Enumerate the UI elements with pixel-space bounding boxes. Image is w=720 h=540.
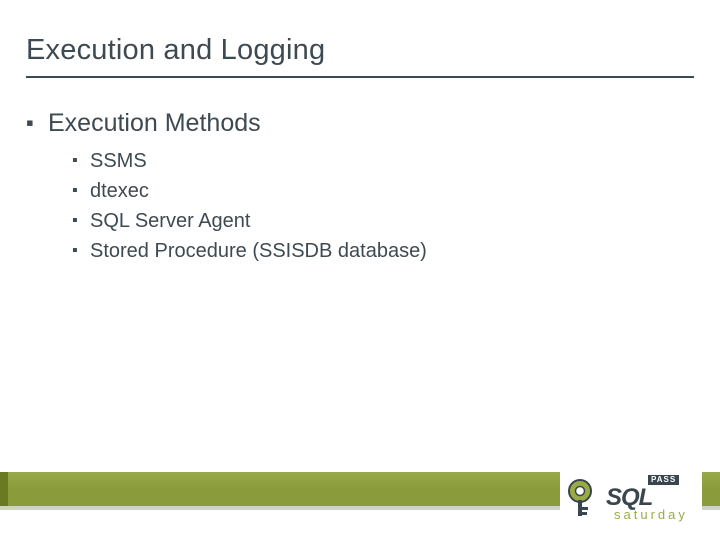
bullet-level2: ▪ SQL Server Agent (72, 208, 686, 234)
logo-text-block: PASS SQL saturday (606, 475, 688, 521)
square-bullet-icon: ▪ (72, 148, 90, 174)
logo-sub-text: saturday (614, 508, 688, 521)
slide-title: Execution and Logging (26, 34, 325, 67)
sql-saturday-logo: PASS SQL saturday (560, 470, 702, 526)
key-icon (566, 477, 600, 519)
sub-bullets: ▪ SSMS ▪ dtexec ▪ SQL Server Agent ▪ Sto… (72, 148, 686, 264)
bullet-level1: ▪ Execution Methods (26, 108, 686, 138)
square-bullet-icon: ▪ (72, 178, 90, 204)
bullet-text: dtexec (90, 178, 149, 204)
bullet-text: SSMS (90, 148, 147, 174)
bullet-text: SQL Server Agent (90, 208, 250, 234)
footer-accent-dark (0, 472, 8, 506)
square-bullet-icon: ▪ (26, 108, 48, 138)
logo-badge: PASS (648, 475, 679, 485)
bullet-level2: ▪ SSMS (72, 148, 686, 174)
title-underline (26, 76, 694, 78)
bullet-text: Stored Procedure (SSISDB database) (90, 238, 427, 264)
bullet-level2: ▪ Stored Procedure (SSISDB database) (72, 238, 686, 264)
bullet-level2: ▪ dtexec (72, 178, 686, 204)
content-area: ▪ Execution Methods ▪ SSMS ▪ dtexec ▪ SQ… (26, 108, 686, 268)
slide: Execution and Logging ▪ Execution Method… (0, 0, 720, 540)
square-bullet-icon: ▪ (72, 238, 90, 264)
square-bullet-icon: ▪ (72, 208, 90, 234)
bullet-text: Execution Methods (48, 108, 261, 138)
